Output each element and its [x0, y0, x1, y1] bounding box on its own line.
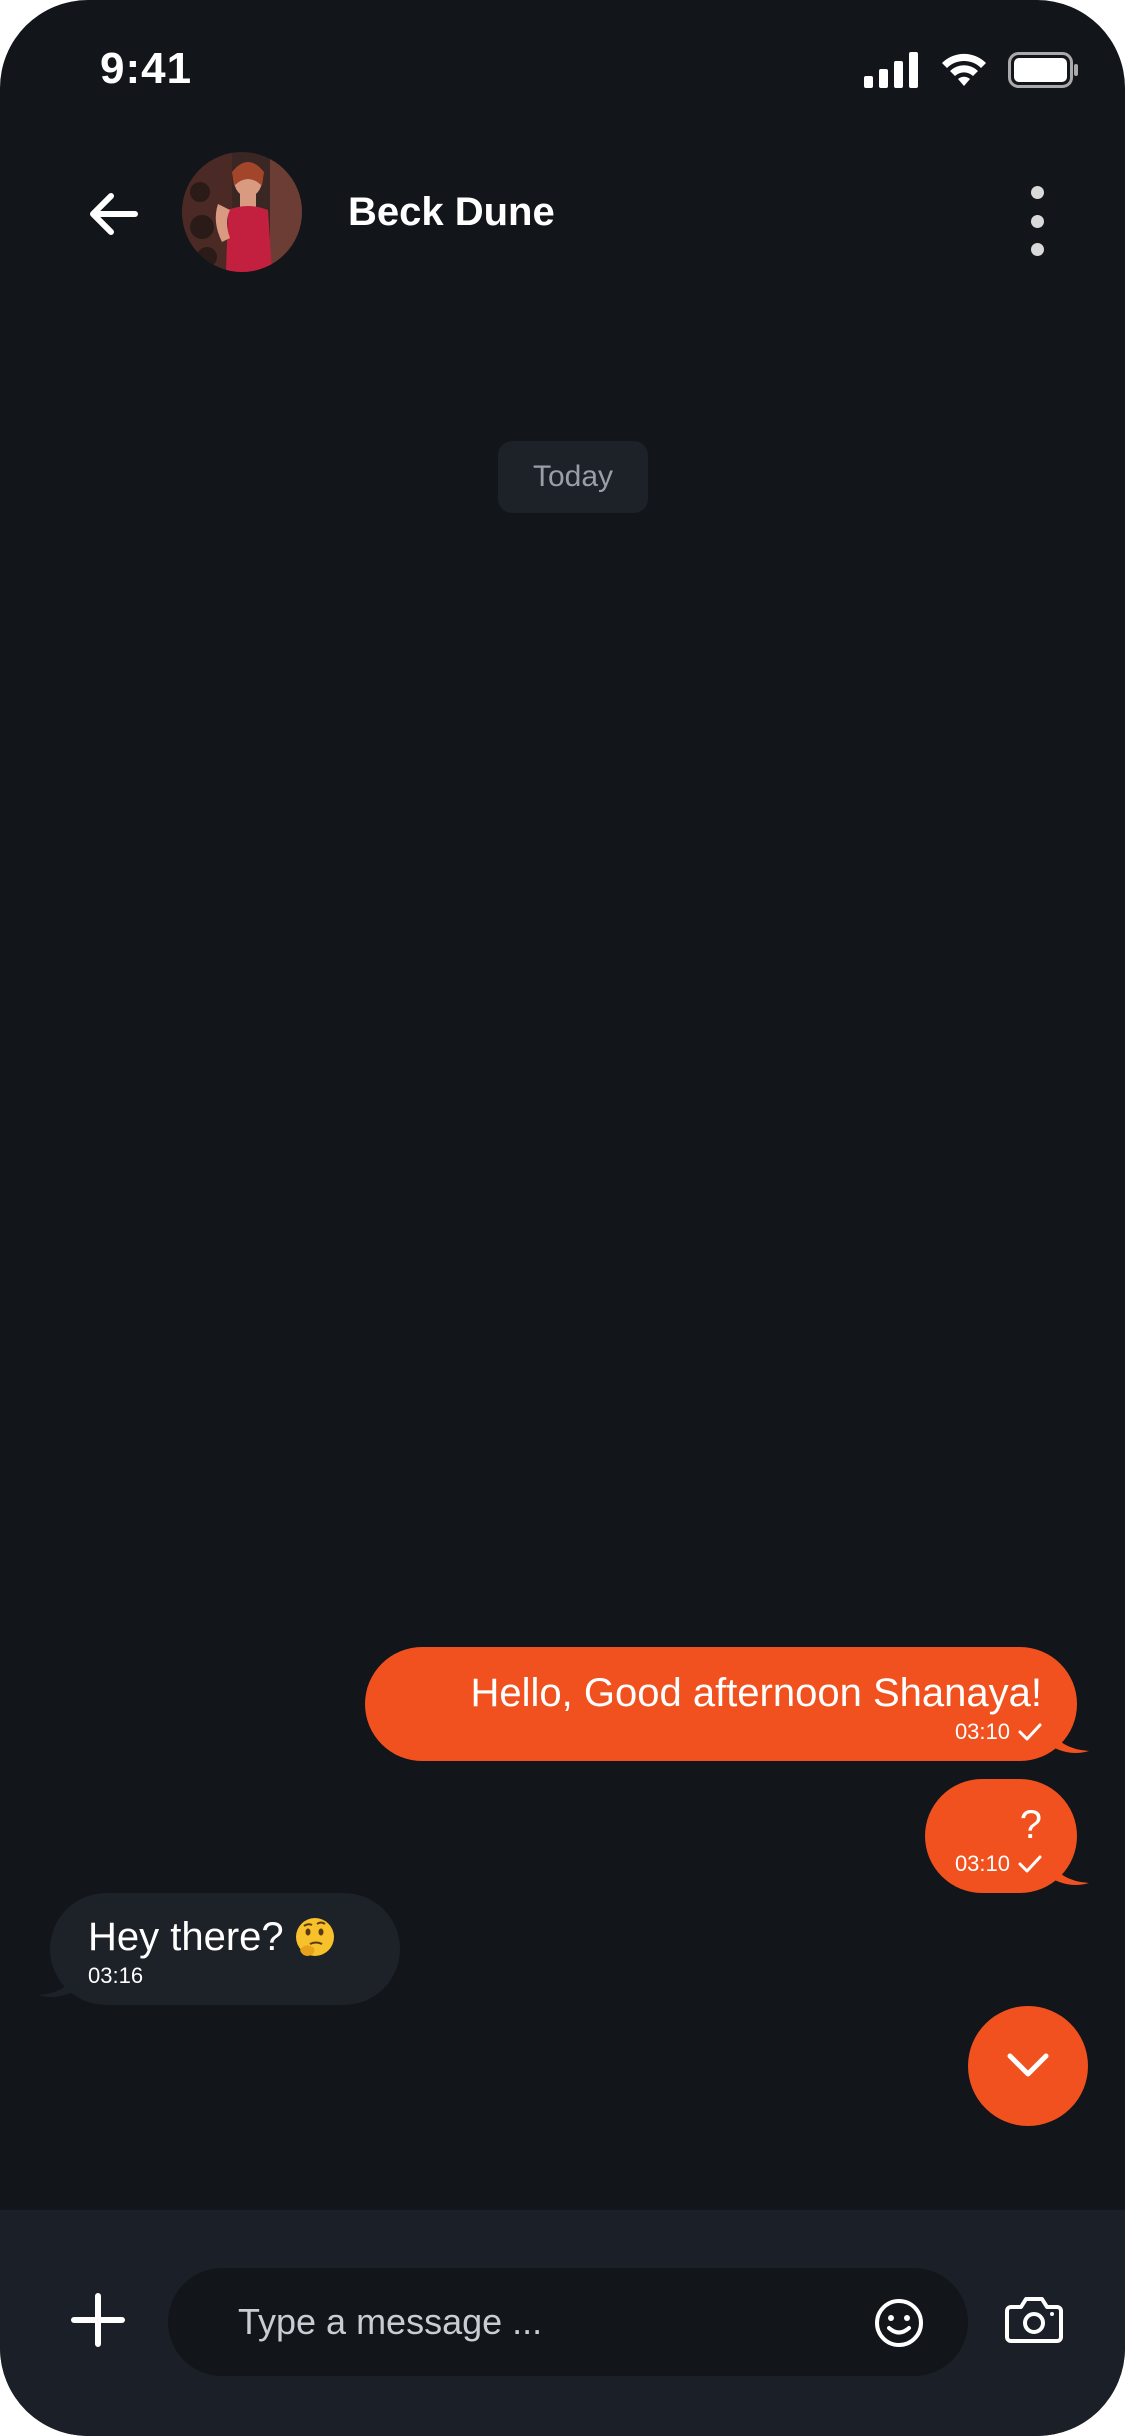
wifi-icon	[942, 53, 986, 86]
more-vertical-icon	[1030, 186, 1044, 199]
bubble-tail	[1049, 1859, 1089, 1885]
attach-button[interactable]	[68, 2290, 128, 2350]
back-arrow-icon	[90, 193, 138, 235]
emoji-button[interactable]	[873, 2297, 925, 2349]
check-icon	[1018, 1855, 1042, 1873]
bubble-tail	[1049, 1727, 1089, 1753]
message-input[interactable]	[238, 2268, 818, 2376]
message-time: 03:16	[88, 1963, 144, 1988]
thinking-face-emoji-icon	[295, 1918, 334, 1956]
more-options-button[interactable]	[1022, 186, 1052, 256]
chat-screen: 9:41 Beck Dune Today Hello, Good afterno…	[0, 0, 1125, 2436]
message-text: ?	[1019, 1803, 1042, 1847]
back-button[interactable]	[84, 184, 144, 244]
bubble-tail	[38, 1971, 78, 1997]
camera-icon	[1005, 2297, 1063, 2343]
message-bubble-incoming[interactable]: Hey there? 03:16	[38, 1893, 400, 2005]
more-vertical-dot	[1030, 214, 1044, 228]
message-meta: 03:10	[955, 1719, 1042, 1745]
smiley-icon	[875, 2299, 923, 2347]
message-input-container	[168, 2268, 968, 2376]
more-vertical-dot	[1030, 243, 1044, 256]
signal-icon	[864, 52, 918, 88]
message-time: 03:10	[954, 1851, 1010, 1876]
message-meta: 03:16	[88, 1963, 143, 1989]
message-text: Hey there?	[88, 1915, 284, 1959]
date-divider: Today	[498, 441, 648, 513]
contact-name[interactable]: Beck Dune	[348, 190, 555, 235]
status-icons	[864, 50, 1080, 90]
chevron-down-icon	[1007, 2053, 1049, 2077]
avatar[interactable]	[182, 152, 302, 272]
scroll-down-button[interactable]	[968, 2006, 1088, 2126]
status-time: 9:41	[100, 44, 193, 93]
message-bubble-outgoing[interactable]: ? 03:10	[925, 1779, 1089, 1893]
message-text-row: Hey there?	[88, 1913, 336, 1961]
message-text: Hello, Good afternoon Shanaya!	[470, 1671, 1042, 1715]
message-meta: 03:10	[955, 1851, 1042, 1877]
message-bubble-outgoing[interactable]: Hello, Good afternoon Shanaya! 03:10	[365, 1647, 1089, 1761]
check-icon	[1018, 1723, 1042, 1741]
battery-icon	[1008, 52, 1078, 88]
message-time: 03:10	[954, 1719, 1010, 1744]
plus-icon	[71, 2293, 125, 2347]
camera-button[interactable]	[1005, 2293, 1063, 2345]
